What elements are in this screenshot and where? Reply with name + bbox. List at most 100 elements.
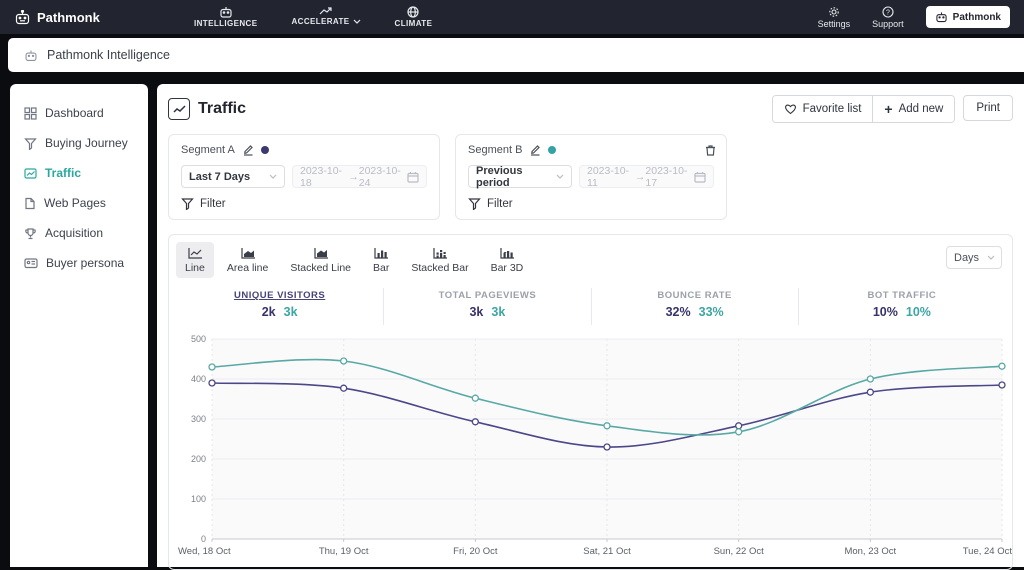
dashboard-icon bbox=[24, 106, 37, 120]
period-select[interactable]: Previous period bbox=[468, 165, 572, 189]
calendar-icon bbox=[407, 171, 419, 183]
metric-value-segment-b: 3k bbox=[283, 305, 298, 319]
sidebar: Dashboard Buying Journey Traffic Web Pages A… bbox=[10, 84, 148, 567]
sidebar-item-label: Acquisition bbox=[45, 226, 104, 240]
sidebar-item-buyer-persona[interactable]: Buyer persona bbox=[24, 248, 148, 278]
nav-item-climate[interactable]: CLIMATE bbox=[395, 6, 433, 28]
stacked-bar-icon bbox=[432, 247, 448, 260]
svg-text:100: 100 bbox=[191, 494, 206, 504]
pathmonk-account-button[interactable]: Pathmonk bbox=[925, 6, 1010, 28]
chart-type-stacked-bar[interactable]: Stacked Bar bbox=[402, 242, 477, 278]
line-chart-icon bbox=[187, 247, 203, 260]
edit-pencil-icon[interactable] bbox=[529, 144, 541, 156]
bar-chart-icon bbox=[373, 247, 389, 260]
metric-bounce-rate: BOUNCE RATE 32% 33% bbox=[590, 288, 798, 325]
svg-text:Fri, 20 Oct: Fri, 20 Oct bbox=[453, 546, 498, 557]
nav-item-accelerate[interactable]: ACCELERATE bbox=[291, 6, 360, 28]
gear-icon bbox=[828, 6, 840, 18]
chevron-down-icon bbox=[987, 255, 995, 260]
trash-icon[interactable] bbox=[705, 144, 716, 156]
metric-value-segment-b: 3k bbox=[491, 305, 506, 319]
date-range-input[interactable]: 2023-10-11 → 2023-10-17 bbox=[579, 164, 714, 189]
traffic-chart-icon bbox=[168, 98, 190, 120]
filter-button[interactable]: Filter bbox=[181, 197, 427, 210]
area-chart-icon bbox=[240, 247, 256, 260]
sidebar-item-label: Dashboard bbox=[45, 106, 104, 120]
sidebar-item-label: Buying Journey bbox=[45, 136, 128, 150]
granularity-select[interactable]: Days bbox=[946, 246, 1002, 269]
date-to: 2023-10-24 bbox=[358, 164, 401, 189]
segment-name: Segment A bbox=[181, 144, 235, 156]
robot-icon bbox=[935, 11, 948, 23]
svg-text:Mon, 23 Oct: Mon, 23 Oct bbox=[844, 546, 896, 557]
arrow: → bbox=[348, 170, 359, 183]
metric-bot-traffic: BOT TRAFFIC 10% 10% bbox=[797, 288, 1005, 325]
chart-type-line[interactable]: Line bbox=[176, 242, 214, 278]
support-button[interactable]: ? Support bbox=[872, 5, 904, 29]
svg-text:500: 500 bbox=[191, 334, 206, 344]
chart-type-selector: Line Area line Stacked Line Bar Stacked Bar B… bbox=[176, 242, 1005, 278]
nav-item-label: ACCELERATE bbox=[291, 17, 350, 26]
period-select[interactable]: Last 7 Days bbox=[181, 165, 285, 188]
robot-icon bbox=[219, 6, 233, 18]
sidebar-item-traffic[interactable]: Traffic bbox=[24, 158, 148, 188]
nav-item-label: INTELLIGENCE bbox=[194, 19, 258, 28]
plus-icon: + bbox=[884, 101, 893, 117]
print-button[interactable]: Print bbox=[963, 95, 1013, 121]
svg-text:Tue, 24 Oct: Tue, 24 Oct bbox=[963, 546, 1013, 557]
svg-text:?: ? bbox=[886, 9, 890, 16]
funnel-icon bbox=[468, 197, 481, 210]
document-icon bbox=[24, 197, 36, 210]
date-from: 2023-10-11 bbox=[587, 164, 630, 189]
svg-text:0: 0 bbox=[201, 534, 206, 544]
segment-card-b: Segment B Previous period 2023-10-11 → 2023-… bbox=[455, 134, 727, 220]
segment-name: Segment B bbox=[468, 144, 523, 156]
metric-label[interactable]: BOT TRAFFIC bbox=[799, 290, 1005, 301]
robot-icon bbox=[24, 49, 38, 62]
stacked-area-icon bbox=[313, 247, 329, 260]
favorite-list-button[interactable]: Favorite list bbox=[772, 96, 873, 122]
breadcrumb[interactable]: Pathmonk Intelligence bbox=[47, 48, 170, 62]
segments-row: Segment A Last 7 Days 2023-10-18 → 2023-10-2… bbox=[168, 134, 1013, 220]
svg-text:Sat, 21 Oct: Sat, 21 Oct bbox=[583, 546, 631, 557]
sidebar-item-buying-journey[interactable]: Buying Journey bbox=[24, 128, 148, 158]
breadcrumb-bar: Pathmonk Intelligence bbox=[8, 38, 1024, 72]
nav-item-intelligence[interactable]: INTELLIGENCE bbox=[194, 6, 257, 28]
traffic-line-chart[interactable]: 0 100 200 300 400 500 Wed, 18 Oct Thu, 19 Oct Fr… bbox=[176, 329, 1012, 565]
svg-text:300: 300 bbox=[191, 414, 206, 424]
sidebar-item-label: Traffic bbox=[45, 166, 82, 180]
chart-type-stacked-line[interactable]: Stacked Line bbox=[281, 242, 360, 278]
bar-3d-icon bbox=[499, 247, 515, 260]
add-new-button[interactable]: + Add new bbox=[872, 96, 955, 122]
edit-pencil-icon[interactable] bbox=[242, 144, 254, 156]
metric-label[interactable]: UNIQUE VISITORS bbox=[176, 290, 383, 301]
sidebar-item-acquisition[interactable]: Acquisition bbox=[24, 218, 148, 248]
id-card-icon bbox=[24, 257, 38, 269]
metric-value-segment-a: 10% bbox=[872, 305, 898, 319]
sidebar-item-dashboard[interactable]: Dashboard bbox=[24, 98, 148, 128]
chart-type-bar-3d[interactable]: Bar 3D bbox=[482, 242, 533, 278]
date-range-input[interactable]: 2023-10-18 → 2023-10-24 bbox=[292, 164, 427, 189]
metric-value-segment-b: 10% bbox=[905, 305, 931, 319]
main-content: Traffic Favorite list + Add new Print Se… bbox=[157, 84, 1024, 570]
traffic-chart-icon bbox=[24, 167, 37, 180]
sidebar-item-web-pages[interactable]: Web Pages bbox=[24, 188, 148, 218]
filter-button[interactable]: Filter bbox=[468, 197, 714, 210]
segment-color-dot bbox=[548, 146, 557, 154]
metric-label[interactable]: TOTAL PAGEVIEWS bbox=[384, 290, 590, 301]
chart-type-bar[interactable]: Bar bbox=[364, 242, 398, 278]
chevron-down-icon bbox=[269, 174, 277, 179]
date-from: 2023-10-18 bbox=[300, 164, 343, 189]
metric-unique-visitors: UNIQUE VISITORS 2k 3k bbox=[176, 288, 383, 325]
page-header: Traffic Favorite list + Add new Print bbox=[168, 94, 1013, 124]
brand-logo[interactable]: Pathmonk bbox=[14, 9, 154, 25]
chart-card: Line Area line Stacked Line Bar Stacked Bar B… bbox=[168, 234, 1013, 570]
settings-button[interactable]: Settings bbox=[818, 6, 850, 29]
chart-type-area-line[interactable]: Area line bbox=[218, 242, 277, 278]
heart-icon bbox=[784, 103, 797, 115]
globe-icon bbox=[407, 6, 420, 18]
sidebar-item-label: Web Pages bbox=[44, 196, 106, 210]
trend-up-icon bbox=[319, 6, 333, 16]
metrics-row: UNIQUE VISITORS 2k 3k TOTAL PAGEVIEWS 3k 3k BO… bbox=[176, 288, 1005, 325]
metric-label[interactable]: BOUNCE RATE bbox=[592, 290, 798, 301]
